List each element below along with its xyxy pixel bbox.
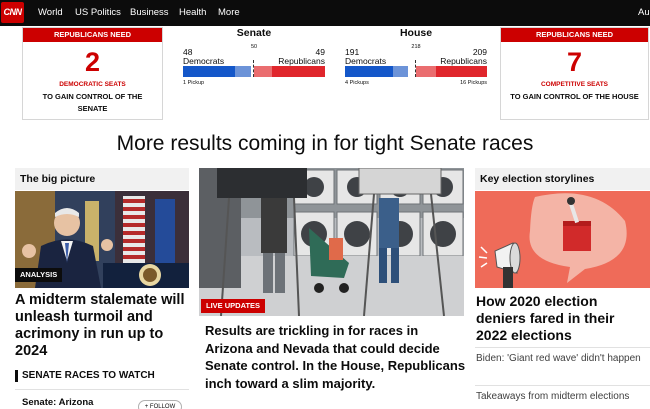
- senate-balance[interactable]: Senate 48 Democrats 50 49 Republicans 1 …: [183, 27, 325, 92]
- voting-booth-illustration: [199, 168, 464, 316]
- house-bar: [345, 60, 487, 77]
- race-name[interactable]: Senate: Arizona: [22, 397, 93, 408]
- senate-dem-bar: [183, 66, 235, 77]
- nav-item-world[interactable]: World: [38, 7, 63, 19]
- house-need-card[interactable]: REPUBLICANS NEED 7 COMPETITIVE SEATS TO …: [500, 27, 649, 120]
- right-column-header[interactable]: Key election storylines: [475, 168, 650, 190]
- senate-dem-pickup-bar: [235, 66, 251, 77]
- house-majority-line: [415, 60, 416, 77]
- section-marker: [15, 370, 18, 382]
- house-title: House: [399, 27, 433, 39]
- house-need-subtitle: COMPETITIVE SEATS: [540, 81, 609, 88]
- follow-button[interactable]: + FOLLOW: [138, 400, 182, 409]
- cnn-logo[interactable]: CNN: [1, 2, 24, 23]
- nav-item-audio[interactable]: Au: [638, 7, 650, 19]
- senate-rep-label: Republicans: [278, 56, 325, 66]
- senate-need-number: 2: [84, 47, 101, 77]
- nav-item-more[interactable]: More: [218, 7, 240, 19]
- senate-need-description: TO GAIN CONTROL OF THE SENATE: [42, 92, 143, 113]
- nav-item-health[interactable]: Health: [179, 7, 206, 19]
- senate-rep-pickup-bar: [254, 66, 272, 77]
- senate-bar: [183, 60, 325, 77]
- senate-dem-label: Democrats: [183, 56, 225, 66]
- senate-rep-bar: [272, 66, 325, 77]
- left-story-title[interactable]: A midterm stalemate will unleash turmoil…: [15, 292, 191, 360]
- house-balance[interactable]: House 191 Democrats 218 209 Republicans …: [345, 27, 487, 92]
- biden-red-wave-link[interactable]: Biden: 'Giant red wave' didn't happen: [476, 352, 648, 366]
- house-rep-pickups: 16 Pickups: [460, 80, 487, 86]
- right-divider-1: [475, 347, 650, 348]
- house-rep-bar: [436, 66, 487, 77]
- takeaways-link[interactable]: Takeaways from midterm elections: [476, 390, 650, 404]
- election-storyline-illustration[interactable]: [475, 191, 650, 288]
- senate-title: Senate: [236, 27, 272, 39]
- senate-need-card[interactable]: REPUBLICANS NEED 2 DEMOCRATIC SEATS TO G…: [22, 27, 163, 120]
- house-dem-pickups: 4 Pickups: [345, 80, 369, 86]
- house-rep-pickup-bar: [416, 66, 436, 77]
- megaphone-ballot-illustration: [475, 191, 650, 288]
- house-dem-pickup-bar: [393, 66, 408, 77]
- senate-majority-mark: 50: [250, 44, 258, 50]
- senate-need-subtitle: DEMOCRATIC SEATS: [59, 81, 126, 88]
- house-majority-mark: 218: [411, 44, 421, 50]
- house-need-description: TO GAIN CONTROL OF THE HOUSE: [510, 92, 639, 101]
- right-story-title[interactable]: How 2020 election deniers fared in their…: [476, 293, 648, 344]
- left-column-header[interactable]: The big picture: [15, 168, 189, 190]
- main-headline[interactable]: More results coming in for tight Senate …: [0, 131, 650, 157]
- house-dem-bar: [345, 66, 393, 77]
- house-rep-label: Republicans: [440, 56, 487, 66]
- analysis-badge: ANALYSIS: [15, 268, 63, 282]
- center-story-title[interactable]: Results are trickling in for races in Ar…: [205, 322, 467, 392]
- house-need-number: 7: [566, 47, 583, 77]
- nav-item-business[interactable]: Business: [130, 7, 169, 19]
- senate-majority-line: [253, 60, 254, 77]
- biden-photo[interactable]: ANALYSIS: [15, 191, 189, 288]
- voting-booth-photo[interactable]: LIVE UPDATES: [199, 168, 464, 316]
- top-nav-bar: CNN World US Politics Business Health Mo…: [0, 0, 650, 26]
- senate-need-header: REPUBLICANS NEED: [23, 28, 162, 42]
- house-dem-label: Democrats: [345, 56, 387, 66]
- house-need-header: REPUBLICANS NEED: [501, 28, 648, 42]
- nav-item-us-politics[interactable]: US Politics: [75, 7, 121, 19]
- senate-pickups: 1 Pickup: [183, 80, 205, 86]
- right-divider-2: [475, 385, 650, 386]
- left-divider: [15, 389, 189, 390]
- senate-races-section-title[interactable]: SENATE RACES TO WATCH: [22, 370, 155, 382]
- live-updates-badge: LIVE UPDATES: [201, 299, 266, 313]
